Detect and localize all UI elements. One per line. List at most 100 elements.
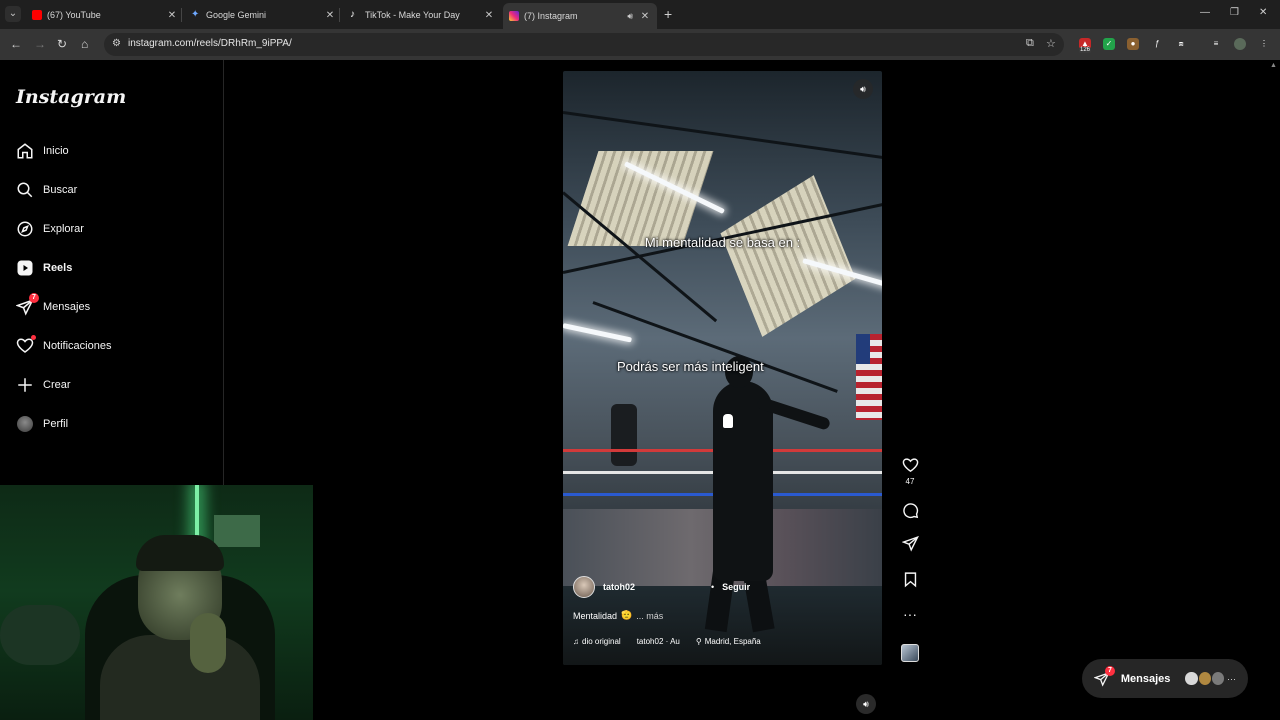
sidebar-item-notificaciones[interactable]: Notificaciones [15,334,210,358]
sidebar-item-label: Explorar [43,223,84,235]
address-bar[interactable]: ⚙︎ instagram.com/reels/DRhRm_9iPPA/ ⧉ ☆ [104,33,1064,56]
close-window-icon[interactable]: ✕ [1259,7,1267,18]
sidebar-item-label: Notificaciones [43,340,112,352]
tab-separator [181,8,182,22]
minimize-icon[interactable]: — [1200,7,1210,18]
tab-tiktok[interactable]: ♪ TikTok - Make Your Day ✕ [350,4,495,26]
location-pin-icon: ⚲ [695,637,702,646]
sidebar-item-label: Perfil [43,418,69,430]
sidebar-item-label: Reels [43,262,73,274]
instagram-favicon-icon [509,11,519,21]
separator-dot: • [711,582,715,592]
comment-button[interactable] [899,502,921,519]
music-note-icon: ♫ [573,637,579,646]
share-icon [901,535,919,552]
contact-avatar [1197,671,1212,686]
extension-check-icon[interactable]: ✓ [1103,38,1115,50]
sidebar-item-inicio[interactable]: Inicio [15,139,210,163]
back-icon[interactable]: ← [10,37,22,51]
reel-beam [592,301,838,393]
close-tab-icon[interactable]: ✕ [324,10,336,21]
scroll-up-arrow-icon[interactable]: ▲ [1270,62,1277,69]
instagram-logo[interactable]: Instagram [16,86,126,108]
close-tab-icon[interactable]: ✕ [483,10,495,21]
audio-author-pill[interactable]: tatoh02 · Au [637,637,680,646]
close-tab-icon[interactable]: ✕ [166,10,178,21]
reel-boxer-body [713,381,773,581]
sidebar-item-explorar[interactable]: Explorar [15,217,210,241]
extension-brown-icon[interactable]: ● [1127,38,1139,50]
description-emoji: 🫡 [621,610,633,620]
sidebar-item-reels[interactable]: Reels [15,256,210,280]
speaker-icon[interactable]: 🔊︎ [627,11,633,22]
tab-gemini[interactable]: ✦ Google Gemini ✕ [191,4,340,26]
new-tab-button[interactable]: + [664,6,672,22]
audio-pill[interactable]: ♫ dio original [573,637,621,646]
messages-pill[interactable]: 7 Mensajes ··· [1082,659,1248,698]
more-options-icon[interactable]: ··· [899,606,921,622]
install-app-icon[interactable]: ⧉ [1026,37,1034,50]
heart-icon [902,458,918,473]
reload-icon[interactable]: ↻ [57,37,67,51]
audio-thumbnail[interactable] [901,644,919,662]
tab-search-button[interactable]: ⌄ [5,6,21,22]
profile-avatar-icon[interactable] [1234,38,1246,50]
sidebar-item-label: Inicio [43,145,69,157]
url-text: instagram.com/reels/DRhRm_9iPPA/ [128,38,292,49]
next-reel-sound-icon[interactable]: 🔊︎ [856,694,876,714]
plus-icon [15,375,35,395]
reel-description: Mentalidad 🫡 ... más [573,610,663,621]
reel-light [563,323,632,343]
author-username[interactable]: tatoh02 [603,582,635,592]
restore-icon[interactable]: ❐ [1230,7,1239,18]
tab-title: (67) YouTube [47,10,101,20]
reel-sound-toggle-icon[interactable]: 🔊︎ [853,79,873,99]
location-label: Madrid, España [704,637,761,646]
reel-author-row: tatoh02 • Seguir [573,576,863,598]
webcam-left-object [0,605,80,665]
sidebar-item-label: Mensajes [43,301,91,313]
location-pill[interactable]: ⚲ Madrid, España [696,637,761,646]
sidebar-item-label: Buscar [43,184,78,196]
reel-skylight [720,175,856,337]
messenger-icon: 7 [15,293,39,317]
contact-avatar [1184,671,1199,686]
heart-icon [15,335,36,356]
webcam-wall-frame [214,515,260,547]
site-info-icon[interactable]: ⚙︎ [112,38,121,49]
like-count: 47 [905,477,915,486]
tab-youtube[interactable]: (67) YouTube ✕ [32,4,182,26]
tab-separator [339,8,340,22]
extension-fx-icon[interactable]: ƒ [1151,38,1163,50]
media-controls-icon[interactable]: ≡ [1210,38,1222,50]
more-link[interactable]: ... más [636,611,663,621]
comment-icon [902,503,918,519]
browser-menu-icon[interactable]: ⋮ [1258,38,1270,50]
extensions-puzzle-icon[interactable]: ⧈ [1175,38,1187,50]
reel-flag-canton [856,334,870,364]
home-icon[interactable]: ⌂ [81,37,88,51]
author-avatar[interactable] [573,576,595,598]
sidebar-item-buscar[interactable]: Buscar [15,178,210,202]
share-button[interactable] [899,535,921,552]
sidebar-item-perfil[interactable]: Perfil [15,412,210,436]
sidebar-item-mensajes[interactable]: 7 Mensajes [15,293,210,319]
description-text: Mentalidad [573,610,618,621]
messages-pill-badge: 7 [1104,665,1115,676]
browser-tab-bar: ⌄ (67) YouTube ✕ ✦ Google Gemini ✕ ♪ Tik… [0,0,1280,29]
tab-instagram[interactable]: (7) Instagram 🔊︎ ✕ [503,3,657,29]
save-button[interactable] [899,571,921,588]
home-icon [15,141,35,161]
contact-avatar [1210,671,1225,686]
youtube-favicon-icon [32,10,42,20]
audio-label: dio original [582,637,621,646]
reel-video[interactable]: Mi mentalidad se basa en : Podrás ser má… [563,71,882,665]
like-button[interactable]: 47 [899,457,921,486]
sidebar-item-crear[interactable]: Crear [15,373,210,397]
forward-icon[interactable]: → [34,37,46,51]
follow-button[interactable]: Seguir [722,582,750,592]
bookmark-star-icon[interactable]: ☆ [1046,37,1056,50]
webcam-person-hand [190,613,226,673]
audio-author: tatoh02 · Au [636,637,680,646]
close-tab-icon[interactable]: ✕ [639,11,651,22]
